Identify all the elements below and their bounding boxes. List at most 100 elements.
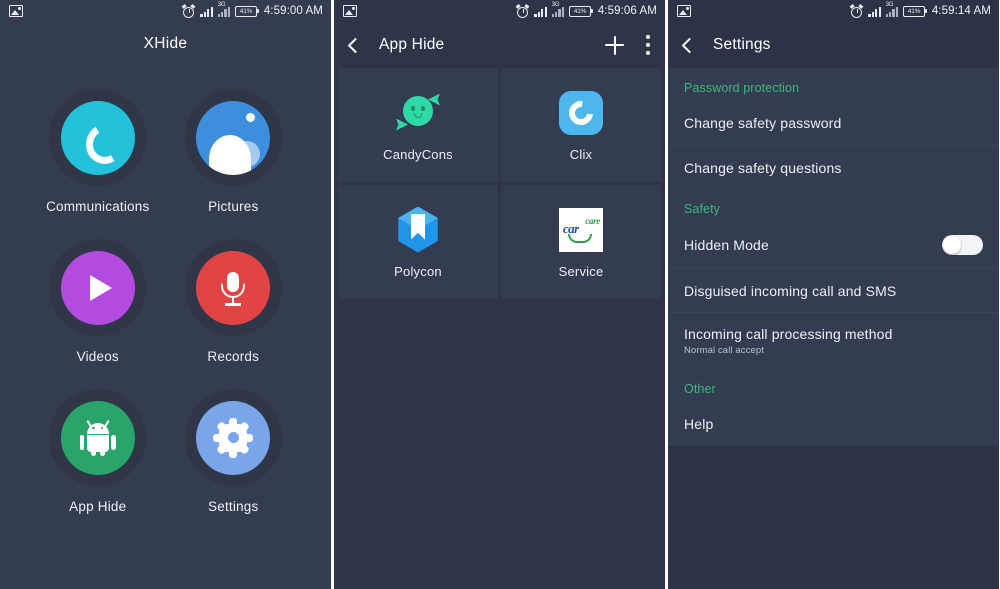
- status-bar-home: 3G 41% 4:59:00 AM: [0, 0, 331, 22]
- home-item-settings[interactable]: Settings: [166, 388, 302, 514]
- home-item-app-hide[interactable]: App Hide: [30, 388, 166, 514]
- settings-row-title: Disguised incoming call and SMS: [684, 282, 897, 299]
- settings-row-disguised-incoming-call-and-sms[interactable]: Disguised incoming call and SMS: [668, 268, 999, 312]
- phone-icon: [60, 100, 135, 175]
- settings-row-title: Hidden Mode: [684, 237, 769, 253]
- icon-ring: [48, 238, 148, 337]
- home-item-label: Pictures: [208, 199, 259, 214]
- alarm-icon: [182, 3, 196, 18]
- settings-list: Password protection Change safety passwo…: [668, 68, 999, 589]
- section-header: Password protection: [684, 81, 800, 95]
- battery-icon: 41%: [903, 5, 927, 17]
- settings-row-title: Change safety questions: [684, 159, 842, 176]
- clix-c-icon: [557, 89, 605, 137]
- app-bar-settings: Settings: [668, 22, 999, 68]
- icon-ring: [48, 88, 148, 187]
- panel-home: 3G 41% 4:59:00 AM XHide Communications P…: [0, 0, 331, 589]
- signal-icon-sim1: [534, 6, 547, 17]
- icon-ring: [183, 238, 283, 337]
- clock-home: 4:59:00 AM: [263, 5, 323, 17]
- icon-ring: [183, 388, 283, 487]
- clock-apphide: 4:59:06 AM: [597, 5, 657, 17]
- signal-icon-sim2: 3G: [217, 2, 231, 17]
- app-tile-label: CandyCons: [383, 146, 453, 162]
- alarm-icon: [850, 3, 864, 18]
- logo-text-secondary: care: [585, 215, 600, 226]
- signal-icon-sim1: [868, 6, 881, 17]
- back-chevron-icon[interactable]: [347, 37, 364, 53]
- home-item-label: App Hide: [69, 499, 127, 514]
- overflow-menu-icon[interactable]: [646, 35, 650, 55]
- battery-percent-label: 41%: [239, 7, 253, 15]
- app-tile-candycons[interactable]: CandyCons: [338, 68, 498, 182]
- home-item-label: Videos: [76, 349, 119, 364]
- status-bar-settings: 3G 41% 4:59:14 AM: [668, 0, 999, 22]
- icon-ring: [48, 388, 148, 487]
- page-title-home: XHide: [143, 35, 188, 52]
- home-item-records[interactable]: Records: [166, 238, 302, 364]
- settings-row-title: Help: [684, 416, 714, 432]
- section-header: Safety: [684, 202, 721, 216]
- home-app-grid: Communications Pictures Videos Records A…: [0, 66, 331, 514]
- settings-row-help[interactable]: Help: [668, 402, 999, 446]
- app-tile-polycon[interactable]: Polycon: [338, 185, 498, 299]
- screenshot-root: 3G 41% 4:59:00 AM XHide Communications P…: [0, 0, 1000, 589]
- settings-row-incoming-call-processing-method[interactable]: Incoming call processing method Normal c…: [668, 312, 999, 369]
- back-chevron-icon[interactable]: [681, 37, 698, 53]
- clock-settings: 4:59:14 AM: [931, 5, 991, 17]
- network-type-label: 3G: [551, 1, 560, 8]
- network-type-label: 3G: [885, 1, 894, 8]
- page-title-apphide: App Hide: [379, 36, 445, 53]
- home-item-communications[interactable]: Communications: [30, 88, 166, 214]
- candy-icon: [394, 89, 442, 137]
- signal-icon-sim2: 3G: [885, 2, 899, 17]
- app-tile-label: Clix: [569, 146, 593, 162]
- status-bar-apphide: 3G 41% 4:59:06 AM: [334, 0, 665, 22]
- play-icon: [60, 250, 135, 325]
- home-item-videos[interactable]: Videos: [30, 238, 166, 364]
- section-header: Other: [684, 382, 716, 396]
- picture-icon: [196, 100, 271, 175]
- settings-empty-area: [668, 446, 999, 589]
- photo-icon: [677, 5, 691, 17]
- panel-settings: 3G 41% 4:59:14 AM Settings Password prot…: [668, 0, 999, 589]
- photo-icon: [343, 5, 357, 17]
- bookmark-hexagon-icon: [394, 206, 442, 254]
- alarm-icon: [516, 3, 530, 18]
- home-item-label: Communications: [46, 199, 150, 214]
- photo-icon: [9, 5, 23, 17]
- icon-ring: [183, 88, 283, 187]
- microphone-icon: [196, 250, 271, 325]
- network-type-label: 3G: [217, 1, 226, 8]
- app-tile-label: Service: [558, 263, 604, 279]
- settings-row-change-safety-password[interactable]: Change safety password: [668, 101, 999, 145]
- app-tile-service[interactable]: car care Service: [501, 185, 661, 299]
- battery-icon: 41%: [235, 5, 259, 17]
- plus-icon[interactable]: [605, 35, 624, 55]
- home-item-pictures[interactable]: Pictures: [166, 88, 302, 214]
- home-item-label: Records: [207, 349, 260, 364]
- hidden-apps-grid: CandyCons Clix Polycon car care Service: [334, 68, 665, 299]
- toggle-thumb: [943, 236, 961, 254]
- settings-row-change-safety-questions[interactable]: Change safety questions: [668, 145, 999, 189]
- settings-row-hidden-mode[interactable]: Hidden Mode: [668, 222, 999, 268]
- page-title-settings: Settings: [713, 36, 771, 53]
- carcare-logo-icon: car care: [557, 206, 605, 254]
- home-item-label: Settings: [208, 499, 259, 514]
- signal-icon-sim1: [200, 6, 213, 17]
- panel-app-hide: 3G 41% 4:59:06 AM App Hide CandyCons Cli…: [334, 0, 665, 589]
- signal-icon-sim2: 3G: [551, 2, 565, 17]
- gear-icon: [196, 400, 271, 475]
- battery-percent-label: 41%: [573, 7, 587, 15]
- settings-section-safety: Safety Hidden Mode Disguised incoming ca…: [668, 189, 999, 369]
- app-bar-apphide: App Hide: [334, 22, 665, 68]
- app-tile-label: Polycon: [394, 263, 442, 279]
- settings-section-other: Other Help: [668, 369, 999, 446]
- settings-row-title: Change safety password: [684, 115, 842, 131]
- settings-row-subtitle: Normal call accept: [684, 345, 764, 356]
- app-tile-clix[interactable]: Clix: [501, 68, 661, 182]
- battery-percent-label: 41%: [907, 7, 921, 15]
- settings-section-password-protection: Password protection Change safety passwo…: [668, 68, 999, 189]
- hidden-mode-toggle[interactable]: [942, 235, 983, 255]
- settings-row-title: Incoming call processing method: [684, 326, 893, 342]
